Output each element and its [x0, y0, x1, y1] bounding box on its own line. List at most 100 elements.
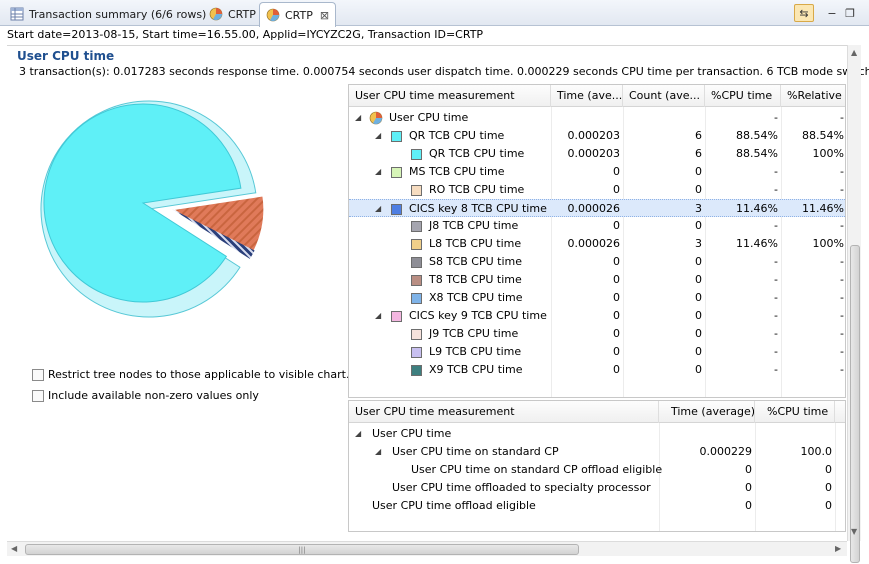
color-swatch — [391, 311, 402, 322]
expand-toggle-icon[interactable]: ◢ — [355, 425, 361, 443]
table-row[interactable]: L9 TCB CPU time 0 0 - - — [349, 343, 845, 361]
section-heading: User CPU time — [17, 49, 115, 63]
vertical-scrollbar[interactable]: ▲ ▼ — [847, 45, 861, 563]
measurement-name: User CPU time on standard CP offload eli… — [411, 463, 663, 476]
count-average-cell: 6 — [695, 129, 702, 142]
table-row[interactable]: J9 TCB CPU time 0 0 - - — [349, 325, 845, 343]
checkbox-label: Restrict tree nodes to those applicable … — [48, 368, 350, 381]
table-row[interactable]: ◢ CICS key 9 TCB CPU time 0 0 - - — [349, 307, 845, 325]
sync-icon: ⇆ — [799, 6, 809, 20]
column-header-relative-percent[interactable]: %Relative — [781, 85, 845, 107]
expand-toggle-icon[interactable]: ◢ — [375, 443, 381, 461]
tab-transaction-summary[interactable]: Transaction summary (6/6 rows) — [4, 2, 212, 26]
measurement-name: X8 TCB CPU time — [429, 291, 523, 304]
expand-toggle-icon[interactable]: ◢ — [375, 127, 381, 145]
scroll-left-icon[interactable]: ◀ — [11, 544, 17, 553]
transaction-info-line: Start date=2013-08-15, Start time=16.55.… — [7, 28, 484, 41]
time-average-cell — [551, 109, 623, 127]
scroll-up-icon[interactable]: ▲ — [851, 48, 857, 57]
table-row[interactable]: RO TCB CPU time 0 0 - - — [349, 181, 845, 199]
expand-toggle-icon[interactable]: ◢ — [355, 109, 361, 127]
column-header-cpu-percent[interactable]: %CPU time — [705, 85, 781, 107]
color-swatch — [391, 167, 402, 178]
column-header-cpu-percent[interactable]: %CPU time — [755, 401, 835, 423]
pie-chart-icon — [209, 7, 223, 21]
table-row[interactable]: User CPU time offloaded to specialty pro… — [349, 479, 845, 497]
relative-percent-cell: - — [840, 363, 844, 376]
count-average-cell: 0 — [695, 291, 702, 304]
checkbox-box[interactable] — [32, 389, 44, 402]
restrict-tree-nodes-checkbox[interactable]: Restrict tree nodes to those applicable … — [32, 368, 349, 381]
table-row[interactable]: User CPU time offload eligible 0 0 — [349, 497, 845, 515]
expand-toggle-icon[interactable]: ◢ — [375, 163, 381, 181]
restore-icon: ❐ — [845, 6, 855, 20]
column-header-measurement[interactable]: User CPU time measurement — [349, 401, 659, 423]
count-average-cell: 0 — [695, 309, 702, 322]
time-average-cell: 0.000026 — [567, 237, 621, 250]
table-row[interactable]: ◢ QR TCB CPU time 0.000203 6 88.54% 88.54% — [349, 127, 845, 145]
table-row[interactable]: ◢ User CPU time — [349, 425, 845, 443]
close-icon[interactable]: ⊠ — [320, 9, 329, 22]
table-row[interactable]: J8 TCB CPU time 0 0 - - — [349, 217, 845, 235]
vertical-scroll-thumb[interactable] — [850, 245, 860, 563]
scroll-right-icon[interactable]: ▶ — [835, 544, 841, 553]
color-swatch — [411, 239, 422, 250]
column-header-time[interactable]: Time (average) — [659, 401, 755, 423]
column-header-time[interactable]: Time (ave... — [551, 85, 623, 107]
cpu-percent-cell: - — [774, 273, 778, 286]
table-row[interactable]: ◢ MS TCB CPU time 0 0 - - — [349, 163, 845, 181]
relative-percent-cell: - — [840, 345, 844, 358]
table-row[interactable]: QR TCB CPU time 0.000203 6 88.54% 100% — [349, 145, 845, 163]
time-average-cell: 0 — [613, 183, 620, 196]
table-row[interactable]: L8 TCB CPU time 0.000026 3 11.46% 100% — [349, 235, 845, 253]
count-average-cell: 0 — [695, 255, 702, 268]
pie-chart-icon — [369, 111, 383, 125]
measurement-name: X9 TCB CPU time — [429, 363, 523, 376]
measurement-name: T8 TCB CPU time — [429, 273, 522, 286]
expand-toggle-icon[interactable]: ◢ — [375, 307, 381, 325]
tab-label: Transaction summary (6/6 rows) — [29, 7, 207, 21]
cpu-percent-cell: - — [774, 345, 778, 358]
cpu-percent-cell: - — [774, 255, 778, 268]
relative-percent-cell: - — [840, 111, 844, 124]
time-average-cell: 0 — [745, 481, 752, 494]
count-average-cell: 3 — [695, 202, 702, 215]
tab-crtp-1[interactable]: CRTP — [203, 2, 262, 26]
sync-button[interactable]: ⇆ — [794, 4, 814, 22]
expand-toggle-icon[interactable]: ◢ — [375, 200, 381, 218]
table-row[interactable]: X9 TCB CPU time 0 0 - - — [349, 361, 845, 379]
color-swatch — [411, 221, 422, 232]
count-average-cell: 0 — [695, 345, 702, 358]
relative-percent-cell: - — [840, 165, 844, 178]
time-average-cell: 0 — [613, 345, 620, 358]
cpu-time-pie-chart — [40, 100, 266, 318]
table-row[interactable]: ◢ CICS key 8 TCB CPU time 0.000026 3 11.46% 1… — [349, 199, 845, 217]
relative-percent-cell: 88.54% — [802, 129, 844, 142]
table-header: User CPU time measurement Time (ave... C… — [349, 85, 845, 107]
measurement-name: QR TCB CPU time — [429, 147, 525, 160]
checkbox-box[interactable] — [32, 368, 44, 381]
restore-button[interactable]: ❐ — [840, 4, 860, 22]
minimize-button[interactable]: − — [822, 4, 842, 22]
time-average-cell: 0 — [613, 363, 620, 376]
time-average-cell: 0.000026 — [567, 202, 621, 215]
measurement-name: S8 TCB CPU time — [429, 255, 522, 268]
cpu-percent-cell: - — [774, 219, 778, 232]
measurement-name: User CPU time — [372, 427, 452, 440]
column-header-measurement[interactable]: User CPU time measurement — [349, 85, 551, 107]
table-row[interactable]: X8 TCB CPU time 0 0 - - — [349, 289, 845, 307]
horizontal-scroll-thumb[interactable]: ||| — [25, 544, 579, 555]
table-row[interactable]: ◢ User CPU time on standard CP 0.000229 100… — [349, 443, 845, 461]
count-average-cell: 0 — [695, 165, 702, 178]
color-swatch — [411, 329, 422, 340]
table-row[interactable]: User CPU time on standard CP offload eli… — [349, 461, 845, 479]
table-row[interactable]: ◢ User CPU time - - — [349, 109, 845, 127]
non-zero-values-checkbox[interactable]: Include available non-zero values only — [32, 389, 259, 402]
column-header-count[interactable]: Count (ave... — [623, 85, 705, 107]
table-row[interactable]: S8 TCB CPU time 0 0 - - — [349, 253, 845, 271]
time-average-cell: 0 — [745, 463, 752, 476]
table-row[interactable]: T8 TCB CPU time 0 0 - - — [349, 271, 845, 289]
horizontal-scrollbar[interactable]: ◀ ||| ▶ — [7, 541, 847, 556]
scroll-down-icon[interactable]: ▼ — [851, 527, 857, 536]
tab-crtp-2[interactable]: CRTP ⊠ — [259, 2, 337, 27]
